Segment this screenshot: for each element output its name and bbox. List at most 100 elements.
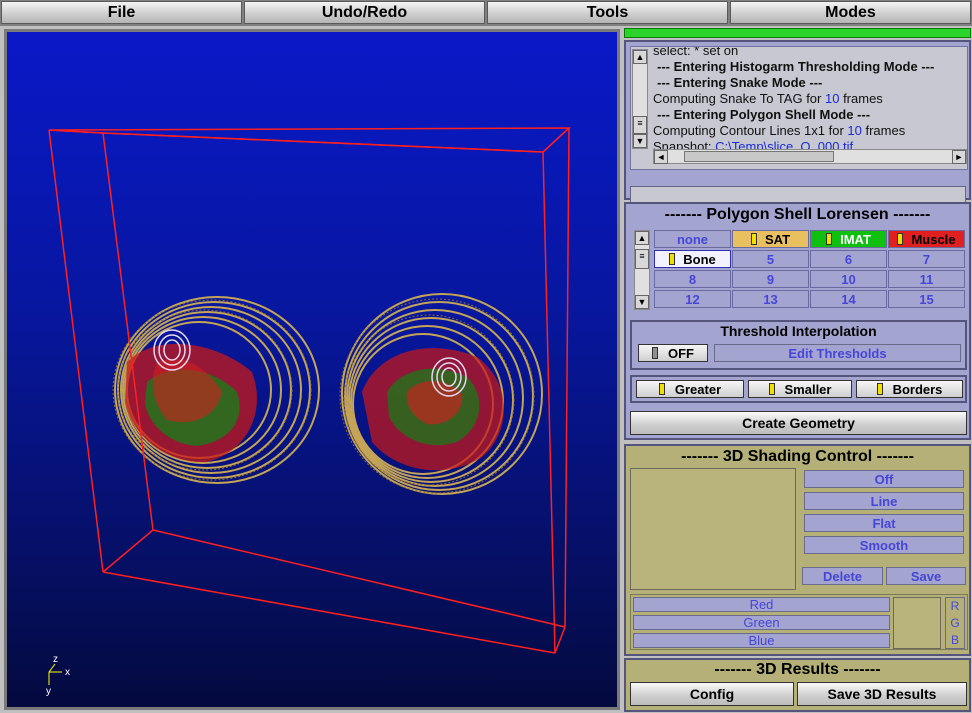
rgb-controls: Red Green Blue R G B [630, 594, 968, 650]
tag-label: 8 [688, 271, 697, 287]
tag-label: 14 [841, 291, 856, 307]
create-geometry-button[interactable]: Create Geometry [630, 411, 967, 435]
scroll-right-icon[interactable]: ► [952, 150, 966, 164]
menu-file[interactable]: File [1, 1, 242, 24]
rgb-letter-g: G [950, 616, 960, 630]
save-3d-results-button[interactable]: Save 3D Results [797, 682, 967, 706]
log-line-value: 10 [824, 91, 840, 106]
tag-9[interactable]: 9 [732, 270, 809, 288]
tag-label: 13 [763, 291, 778, 307]
shading-control-panel: ------- 3D Shading Control ------- Off L… [624, 444, 971, 656]
tag-scrollbar[interactable]: ▲ ≡ ▼ [634, 230, 650, 310]
threshold-interpolation-panel: Threshold Interpolation OFF Edit Thresho… [630, 320, 967, 370]
tag-sat[interactable]: SAT [732, 230, 809, 248]
color-swatch [893, 597, 941, 649]
polygon-shell-panel: ------- Polygon Shell Lorensen ------- ▲… [624, 202, 971, 440]
tag-label: Muscle [911, 231, 956, 247]
rgb-letter-b: B [950, 633, 959, 647]
shading-delete-button[interactable]: Delete [802, 567, 883, 585]
axis-y-label: y [46, 686, 51, 697]
tag-label: 12 [685, 291, 700, 307]
tag-bone[interactable]: Bone [654, 250, 731, 268]
threshold-toggle-label: OFF [668, 345, 694, 361]
tag-5[interactable]: 5 [732, 250, 809, 268]
results-panel: ------- 3D Results ------- Config Save 3… [624, 658, 971, 712]
log-line: --- Entering Histogarm Thresholding Mode… [657, 59, 935, 74]
shading-title: ------- 3D Shading Control ------- [681, 448, 914, 465]
tag-10[interactable]: 10 [810, 270, 887, 288]
log-line-text: Computing Snake To TAG for [653, 91, 825, 106]
menu-undo-redo[interactable]: Undo/Redo [244, 1, 485, 24]
shading-flat-button[interactable]: Flat [804, 514, 964, 532]
shading-off-button[interactable]: Off [804, 470, 964, 488]
threshold-title: Threshold Interpolation [720, 323, 877, 339]
toggle-indicator-icon [826, 233, 833, 245]
toggle-indicator-icon [768, 383, 775, 395]
toggle-indicator-icon [652, 347, 658, 359]
right-mesh-object [339, 293, 543, 495]
shading-preview [630, 468, 796, 590]
scroll-thumb-horizontal[interactable] [684, 151, 834, 162]
shading-smooth-button[interactable]: Smooth [804, 536, 964, 554]
threshold-toggle[interactable]: OFF [638, 344, 708, 362]
scroll-left-icon[interactable]: ◄ [654, 150, 668, 164]
scroll-up-icon[interactable]: ▲ [635, 231, 649, 245]
tag-15[interactable]: 15 [888, 290, 965, 308]
axis-z-label: z [53, 654, 58, 665]
menu-tools[interactable]: Tools [487, 1, 728, 24]
log-line-text: frames [861, 123, 906, 138]
green-channel-field[interactable]: Green [633, 615, 890, 630]
log-line: select: * set on [653, 46, 739, 58]
tag-none[interactable]: none [654, 230, 731, 248]
scroll-up-icon[interactable]: ▲ [633, 50, 647, 64]
tag-label: SAT [764, 231, 791, 247]
log-line: Computing Snake To TAG for 10 frames [653, 91, 967, 107]
tag-label: 9 [766, 271, 775, 287]
red-channel-field[interactable]: Red [633, 597, 890, 612]
tag-11[interactable]: 11 [888, 270, 965, 288]
log-horizontal-scrollbar[interactable]: ◄ ► [653, 149, 967, 164]
3d-viewport[interactable]: x y z [4, 29, 620, 710]
tag-imat[interactable]: IMAT [810, 230, 887, 248]
log-panel: ▲ ≡ ▼ select: * set on --- Entering Hist… [624, 40, 971, 204]
axis-x-label: x [65, 667, 70, 678]
toggle-indicator-icon [897, 233, 904, 245]
polygon-shell-title: ------- Polygon Shell Lorensen ------- [664, 206, 931, 223]
borders-label: Borders [892, 381, 943, 397]
shading-save-button[interactable]: Save [886, 567, 966, 585]
scroll-down-icon[interactable]: ▼ [633, 134, 647, 148]
tag-14[interactable]: 14 [810, 290, 887, 308]
tag-8[interactable]: 8 [654, 270, 731, 288]
toggle-indicator-icon [658, 383, 665, 395]
greater-toggle[interactable]: Greater [636, 380, 744, 398]
tag-label: none [676, 231, 709, 247]
tag-muscle[interactable]: Muscle [888, 230, 965, 248]
smaller-toggle[interactable]: Smaller [748, 380, 852, 398]
log-line-text: Computing Contour Lines 1x1 for [653, 123, 848, 138]
tag-13[interactable]: 13 [732, 290, 809, 308]
menu-modes[interactable]: Modes [730, 1, 971, 24]
borders-toggle[interactable]: Borders [856, 380, 963, 398]
tag-label: 11 [919, 271, 934, 287]
scroll-down-icon[interactable]: ▼ [635, 295, 649, 309]
rgb-letters: R G B [945, 597, 965, 649]
tag-12[interactable]: 12 [654, 290, 731, 308]
log-line: --- Entering Polygon Shell Mode --- [657, 107, 871, 122]
progress-bar [624, 28, 971, 38]
log-vertical-scrollbar[interactable]: ▲ ≡ ▼ [632, 49, 648, 149]
edit-thresholds-button[interactable]: Edit Thresholds [714, 344, 961, 362]
toggle-indicator-icon [750, 233, 757, 245]
toggle-indicator-icon [669, 253, 676, 265]
rgb-letter-r: R [950, 599, 960, 613]
config-button[interactable]: Config [630, 682, 794, 706]
scroll-thumb[interactable]: ≡ [635, 249, 649, 269]
log-line: Computing Contour Lines 1x1 for 10 frame… [653, 123, 967, 139]
shading-line-button[interactable]: Line [804, 492, 964, 510]
greater-label: Greater [674, 381, 722, 397]
axis-gizmo [48, 663, 62, 685]
blue-channel-field[interactable]: Blue [633, 633, 890, 648]
tag-7[interactable]: 7 [888, 250, 965, 268]
scroll-thumb[interactable]: ≡ [633, 116, 647, 134]
tag-6[interactable]: 6 [810, 250, 887, 268]
log-line-value: 10 [847, 123, 862, 138]
